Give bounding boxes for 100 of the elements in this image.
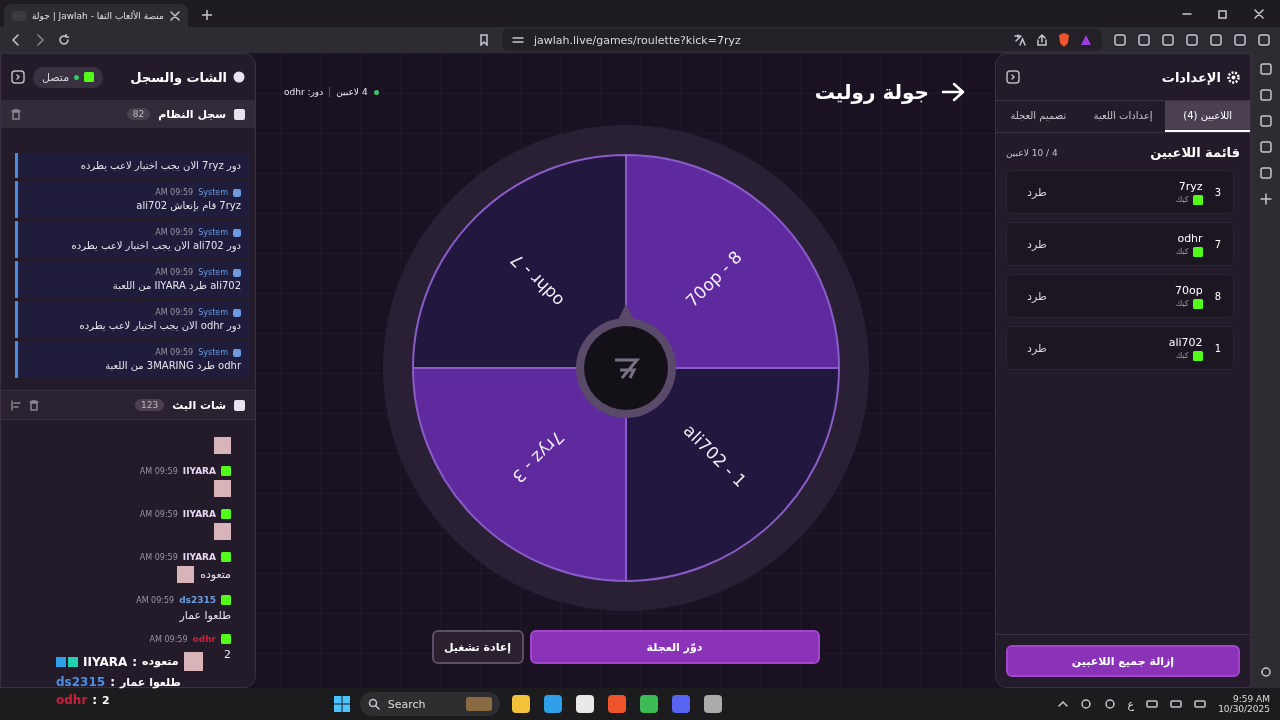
forward-icon[interactable] xyxy=(34,34,46,46)
timestamp: AM 09:59 xyxy=(139,466,178,476)
timestamp: AM 09:59 xyxy=(139,509,178,519)
new-tab-icon[interactable] xyxy=(201,10,212,20)
tab-title: جولة | Jawlah - منصة الألعاب التفا xyxy=(32,10,164,21)
kick-logo-icon xyxy=(221,509,231,519)
spin-button[interactable]: دوّر العجلة xyxy=(529,630,820,664)
triangle-icon[interactable] xyxy=(1080,34,1092,46)
translate-icon[interactable] xyxy=(1014,34,1026,46)
tab[interactable]: تصميم العجلة xyxy=(996,101,1081,132)
close-icon[interactable] xyxy=(1254,8,1264,19)
clock-date: 10/30/2025 xyxy=(1218,704,1270,714)
kick-button[interactable]: طرد xyxy=(1023,287,1051,305)
kick-button[interactable]: طرد xyxy=(1023,235,1051,253)
search-field[interactable]: Search xyxy=(359,692,500,716)
chat-message: متعوده xyxy=(200,568,231,581)
username: IIYARA xyxy=(182,466,216,476)
lion-shield-icon[interactable] xyxy=(1058,33,1070,47)
section-title: سجل النظام xyxy=(158,107,226,121)
address-bar[interactable]: jawlah.live/games/roulette?kick=7ryz xyxy=(502,29,1102,51)
platform-label: كيك xyxy=(1175,247,1189,256)
kick-logo-icon xyxy=(1192,298,1203,309)
platform-label: كيك xyxy=(1175,351,1189,360)
player-name: 70op xyxy=(1174,283,1203,297)
log-message: دور ali702 الان يجب اختيار لاعب يطرده xyxy=(70,240,241,251)
windows-start-icon[interactable] xyxy=(333,696,350,712)
add-icon[interactable] xyxy=(1259,193,1272,205)
url-text: jawlah.live/games/roulette?kick=7ryz xyxy=(534,33,741,47)
overlay-username: IIYARA xyxy=(83,654,128,669)
chevron-up-icon[interactable] xyxy=(1057,699,1068,709)
tab[interactable]: اللاعبين (4) xyxy=(1165,101,1250,132)
overlay-username: ds2315 xyxy=(56,675,106,689)
collapse-panel-icon[interactable] xyxy=(1006,70,1020,84)
username: ds2315 xyxy=(179,595,216,605)
trash-icon[interactable] xyxy=(11,108,21,120)
restore-icon[interactable] xyxy=(1218,8,1228,19)
overlay-username: odhr xyxy=(56,693,88,707)
username: IIYARA xyxy=(182,552,216,562)
kick-button[interactable]: طرد xyxy=(1023,183,1051,201)
timestamp: AM 09:59 xyxy=(155,228,194,237)
player-name: ali702 xyxy=(1168,335,1203,349)
align-icon[interactable] xyxy=(11,399,21,411)
chat-message: طلعوا عمار xyxy=(179,609,231,622)
separator: : xyxy=(132,654,138,669)
player-name: odhr xyxy=(1176,231,1203,245)
player-number: 7 xyxy=(1214,238,1221,250)
panel-title: الشات والسجل xyxy=(130,69,227,85)
trash-icon[interactable] xyxy=(29,399,39,411)
bot-icon xyxy=(233,308,241,317)
overlay-message: متعوده xyxy=(142,655,179,668)
bot-icon xyxy=(233,228,241,237)
timestamp: AM 09:59 xyxy=(136,595,175,605)
browser-tab[interactable]: جولة | Jawlah - منصة الألعاب التفا xyxy=(4,4,188,27)
timestamp: AM 09:59 xyxy=(155,268,194,277)
kick-logo-icon xyxy=(1192,350,1203,361)
back-arrow-icon[interactable] xyxy=(941,82,965,102)
language-indicator[interactable]: ع xyxy=(1127,697,1135,711)
bot-icon xyxy=(233,268,241,277)
timestamp: AM 09:59 xyxy=(139,552,178,562)
player-name: 7ryz xyxy=(1177,179,1203,193)
tab[interactable]: إعدادات اللعبة xyxy=(1080,101,1166,132)
remove-all-button[interactable]: إزالة جميع اللاعبين xyxy=(1006,645,1240,677)
player-number: 1 xyxy=(1214,342,1221,354)
chat-message: 2 xyxy=(224,648,231,661)
log-message: 7ryz قام بإنعاش ali702 xyxy=(135,200,241,211)
timestamp: AM 09:59 xyxy=(155,308,194,317)
player-count: 4 لاعبين xyxy=(336,87,368,97)
sender-name: System xyxy=(198,268,228,277)
player-number: 3 xyxy=(1214,186,1221,198)
timestamp: AM 09:59 xyxy=(149,634,188,644)
share-icon[interactable] xyxy=(1036,34,1048,46)
kick-logo-icon xyxy=(84,72,95,82)
search-icon xyxy=(367,698,380,710)
kick-button[interactable]: طرد xyxy=(1023,339,1051,357)
reload-icon[interactable] xyxy=(58,34,70,46)
kick-logo-icon xyxy=(221,634,231,644)
kick-logo-icon xyxy=(221,595,231,605)
connection-status: متصل xyxy=(33,66,104,88)
player-number: 8 xyxy=(1214,290,1221,302)
username: IIYARA xyxy=(182,509,216,519)
kick-logo-icon xyxy=(1192,194,1203,205)
close-icon[interactable] xyxy=(169,10,180,21)
separator: : xyxy=(110,675,115,689)
log-message: odhr طرد 3MARING من اللعبة xyxy=(104,360,241,371)
wheel-pointer xyxy=(616,304,635,322)
kick-logo-icon xyxy=(221,466,231,476)
count-badge: 82 xyxy=(126,108,151,120)
username: odhr xyxy=(192,634,216,644)
restart-button[interactable]: إعادة تشغيل xyxy=(431,630,524,664)
sender-name: System xyxy=(198,308,228,317)
back-icon[interactable] xyxy=(10,34,22,46)
separator: : xyxy=(92,693,98,707)
site-settings-icon xyxy=(512,34,524,46)
kick-logo-icon xyxy=(1192,246,1203,257)
count-badge: 123 xyxy=(134,399,165,411)
collapse-panel-icon[interactable] xyxy=(11,70,25,84)
timestamp: AM 09:59 xyxy=(155,188,194,197)
logo-icon xyxy=(613,358,640,380)
timestamp: AM 09:59 xyxy=(155,348,194,357)
sender-name: System xyxy=(198,348,228,357)
